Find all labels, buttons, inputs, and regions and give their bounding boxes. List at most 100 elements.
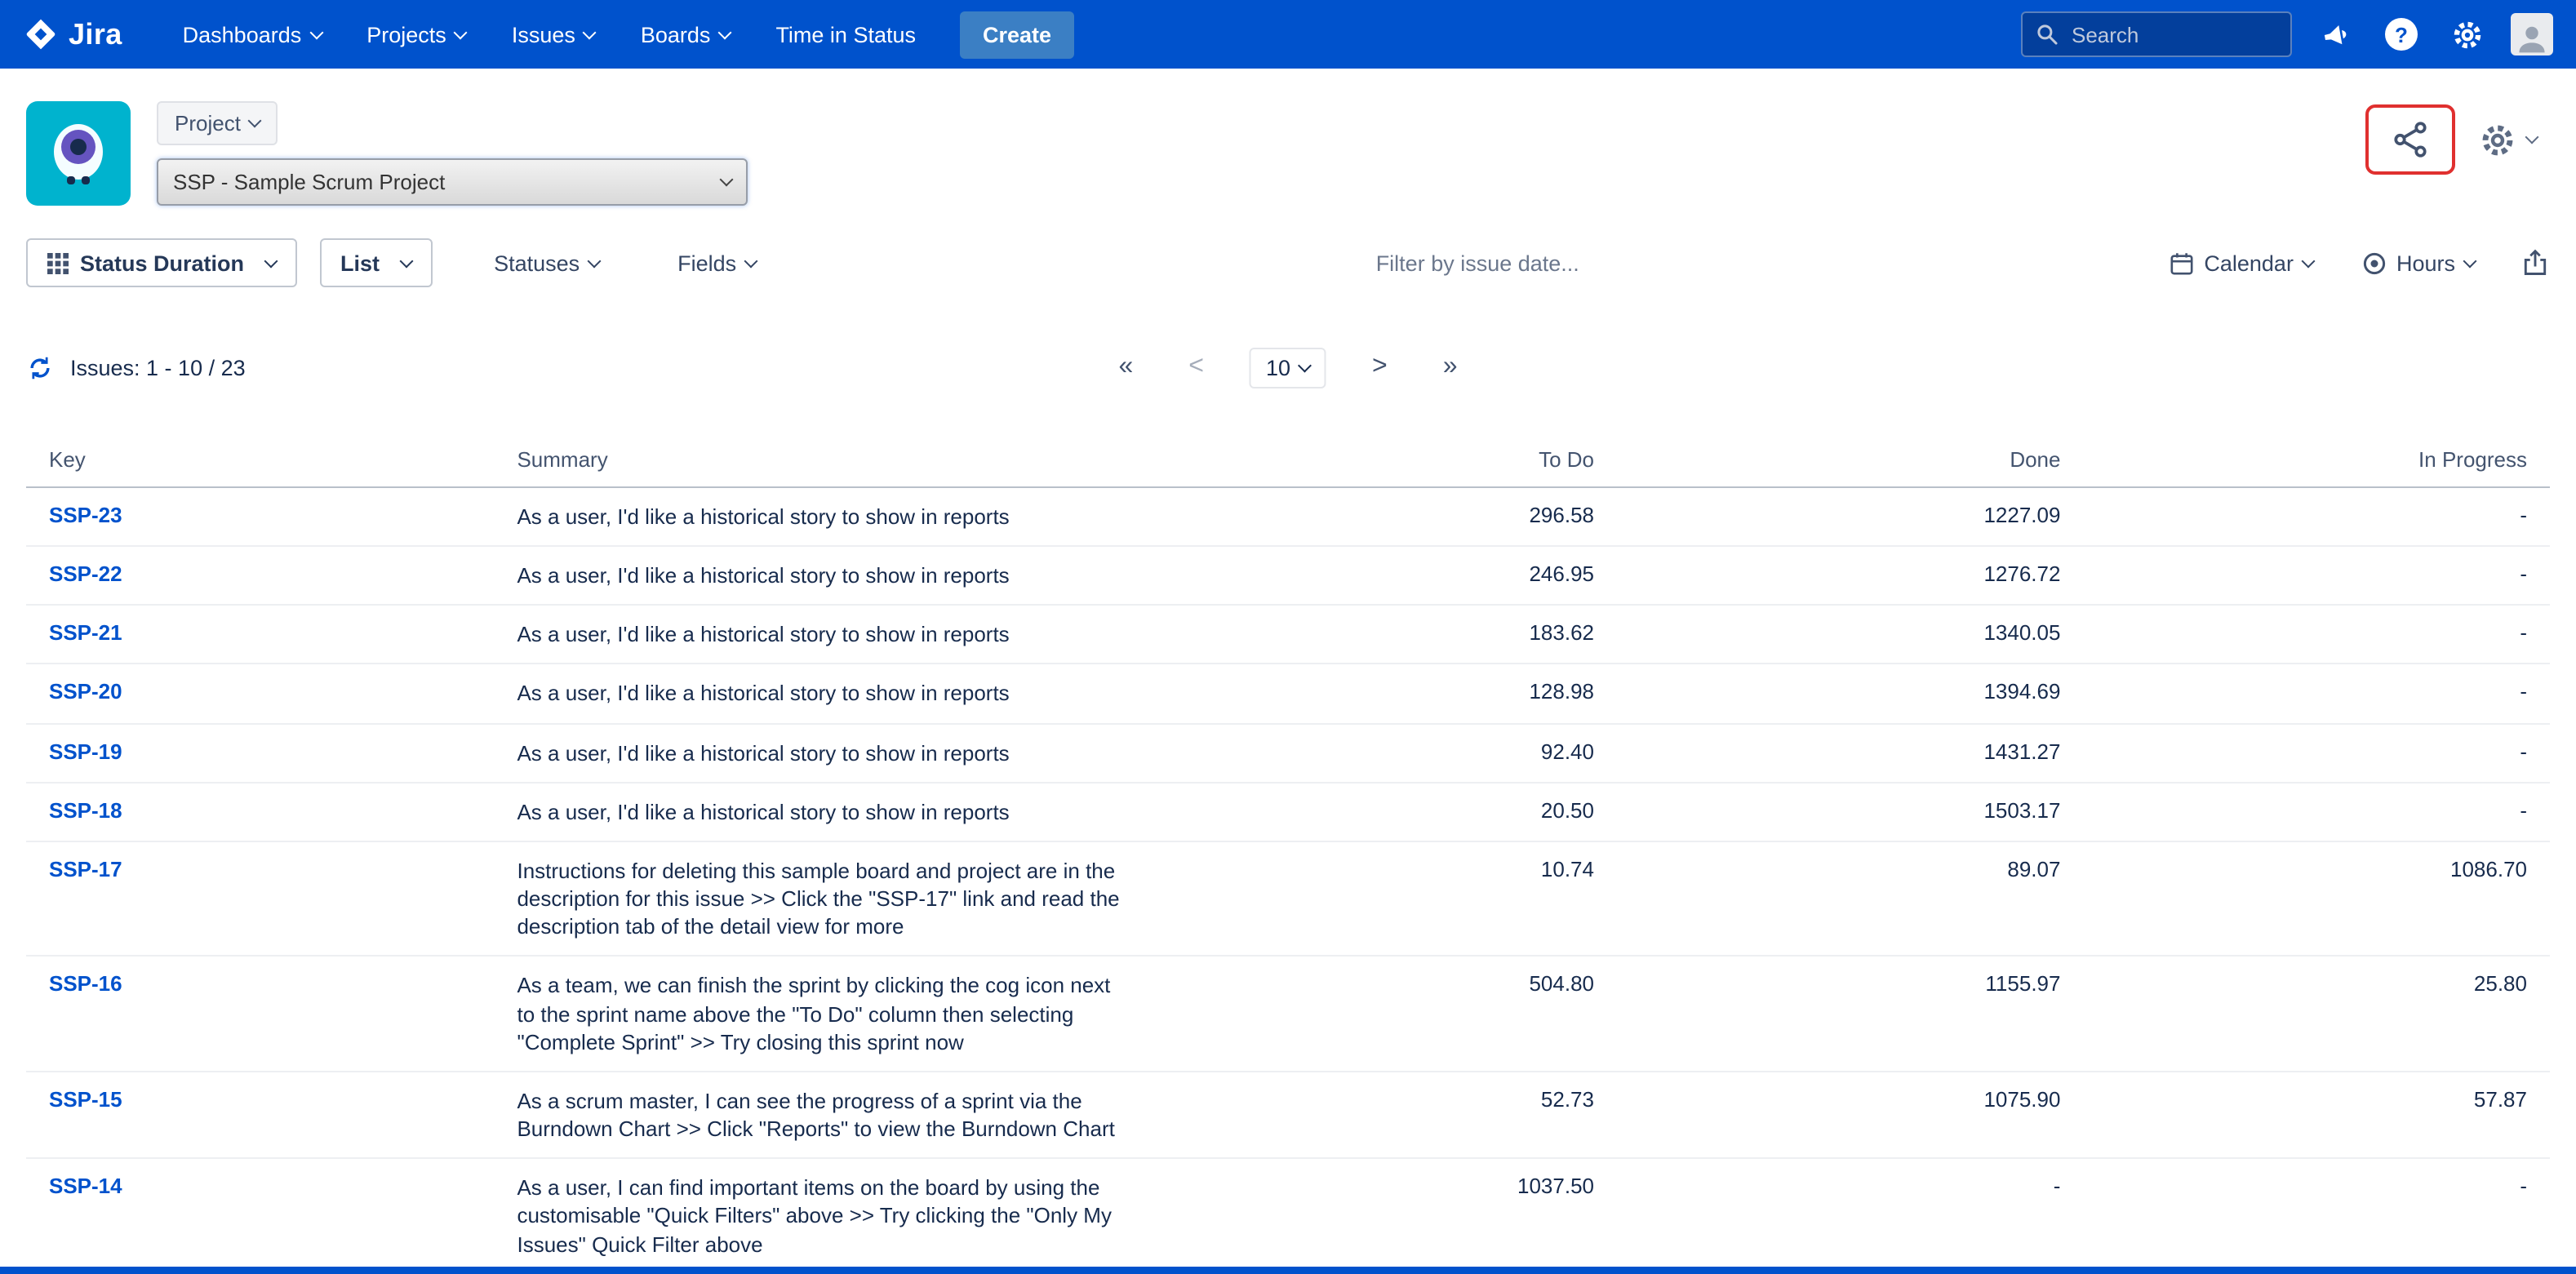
issues-table-body: SSP-23 As a user, I'd like a historical s… <box>26 487 2550 1273</box>
settings-gear-icon[interactable] <box>2445 13 2488 55</box>
table-row: SSP-15 As a scrum master, I can see the p… <box>26 1072 2550 1159</box>
issue-key-link[interactable]: SSP-17 <box>49 857 122 881</box>
done-value: 1276.72 <box>1617 546 2083 605</box>
issue-key-link[interactable]: SSP-19 <box>49 739 122 763</box>
view-mode-dropdown[interactable]: List <box>319 238 432 287</box>
chevron-down-icon <box>399 254 413 268</box>
issue-key-link[interactable]: SSP-20 <box>49 680 122 704</box>
user-avatar[interactable] <box>2511 13 2553 55</box>
table-row: SSP-23 As a user, I'd like a historical s… <box>26 487 2550 546</box>
todo-value: 128.98 <box>1151 664 1617 723</box>
nav-projects[interactable]: Projects <box>345 0 487 69</box>
issue-summary: As a user, I'd like a historical story t… <box>517 798 1127 826</box>
page-size-select[interactable]: 10 <box>1250 347 1326 388</box>
column-header-summary[interactable]: Summary <box>494 434 1150 487</box>
todo-value: 504.80 <box>1151 957 1617 1072</box>
issue-summary: As a user, I can find important items on… <box>517 1174 1127 1258</box>
table-row: SSP-21As a user, I'd like a historical s… <box>26 606 2550 664</box>
table-header-row: Key Summary To Do Done In Progress <box>26 434 2550 487</box>
issue-key-link[interactable]: SSP-21 <box>49 621 122 646</box>
calendar-dropdown[interactable]: Calendar <box>2160 249 2323 277</box>
issue-date-filter-input[interactable] <box>1295 249 1660 277</box>
project-select[interactable]: SSP - Sample Scrum Project <box>157 158 748 206</box>
refresh-icon[interactable] <box>26 353 54 381</box>
done-value: 1503.17 <box>1617 783 2083 841</box>
help-icon[interactable]: ? <box>2380 13 2423 55</box>
project-avatar <box>26 101 131 206</box>
jira-logo-text: Jira <box>69 17 122 51</box>
export-button[interactable] <box>2520 248 2550 277</box>
todo-value: 246.95 <box>1151 546 1617 605</box>
share-button[interactable] <box>2390 119 2431 160</box>
done-value: - <box>1617 1158 2083 1273</box>
table-row: SSP-19 As a user, I'd like a historical s… <box>26 723 2550 782</box>
todo-value: 20.50 <box>1151 783 1617 841</box>
todo-value: 183.62 <box>1151 606 1617 664</box>
jira-logo[interactable]: Jira <box>23 16 122 52</box>
chevron-down-icon <box>2301 254 2315 268</box>
issue-key-link[interactable]: SSP-18 <box>49 798 122 823</box>
done-value: 1155.97 <box>1617 957 2083 1072</box>
pagination-first[interactable]: « <box>1108 351 1143 384</box>
chevron-down-icon <box>588 254 602 268</box>
toolbar: Status Duration List Statuses Fields Cal… <box>0 229 2576 300</box>
chevron-down-icon <box>309 25 323 39</box>
issue-summary: As a team, we can finish the sprint by c… <box>517 972 1127 1056</box>
done-value: 1340.05 <box>1617 606 2083 664</box>
in-progress-value: - <box>2083 783 2550 841</box>
chevron-down-icon <box>454 25 468 39</box>
done-value: 1075.90 <box>1617 1072 2083 1159</box>
search-icon <box>2036 23 2059 46</box>
column-header-todo[interactable]: To Do <box>1151 434 1617 487</box>
time-unit-dropdown[interactable]: Hours <box>2352 249 2485 277</box>
done-value: 89.07 <box>1617 841 2083 957</box>
nav-issues[interactable]: Issues <box>491 0 616 69</box>
report-settings-button[interactable] <box>2478 120 2537 159</box>
status-duration-dropdown[interactable]: Status Duration <box>26 238 296 287</box>
todo-value: 1037.50 <box>1151 1158 1617 1273</box>
chevron-down-icon <box>744 254 758 268</box>
clock-target-icon <box>2362 251 2387 275</box>
in-progress-value: - <box>2083 664 2550 723</box>
pagination-last[interactable]: » <box>1433 351 1468 384</box>
statuses-dropdown[interactable]: Statuses <box>484 249 609 277</box>
chevron-down-icon <box>264 254 278 268</box>
in-progress-value: 57.87 <box>2083 1072 2550 1159</box>
table-row: SSP-18 As a user, I'd like a historical s… <box>26 783 2550 841</box>
todo-value: 92.40 <box>1151 723 1617 782</box>
nav-boards[interactable]: Boards <box>620 0 752 69</box>
issue-summary: As a scrum master, I can see the progres… <box>517 1087 1127 1143</box>
issue-key-link[interactable]: SSP-14 <box>49 1174 122 1198</box>
chevron-down-icon <box>583 25 597 39</box>
search-input[interactable] <box>2068 20 2254 48</box>
pagination-next[interactable]: > <box>1362 351 1397 384</box>
issue-key-link[interactable]: SSP-22 <box>49 562 122 586</box>
project-type-button[interactable]: Project <box>157 101 278 145</box>
todo-value: 296.58 <box>1151 487 1617 546</box>
issue-summary: As a user, I'd like a historical story t… <box>517 503 1127 530</box>
project-header: Project SSP - Sample Scrum Project <box>0 69 2576 229</box>
chevron-down-icon <box>718 25 732 39</box>
nav-time-in-status[interactable]: Time in Status <box>754 0 937 69</box>
nav-dashboards[interactable]: Dashboards <box>162 0 343 69</box>
grid-icon <box>47 252 69 273</box>
create-button[interactable]: Create <box>960 11 1074 58</box>
chevron-down-icon <box>720 173 734 187</box>
table-row: SSP-17Instructions for deleting this sam… <box>26 841 2550 957</box>
issue-key-link[interactable]: SSP-16 <box>49 972 122 997</box>
fields-dropdown[interactable]: Fields <box>668 249 766 277</box>
issue-key-link[interactable]: SSP-23 <box>49 503 122 527</box>
done-value: 1431.27 <box>1617 723 2083 782</box>
feedback-megaphone-icon[interactable] <box>2315 13 2357 55</box>
column-header-key[interactable]: Key <box>26 434 494 487</box>
column-header-done[interactable]: Done <box>1617 434 2083 487</box>
pagination-prev[interactable]: < <box>1179 351 1214 384</box>
issue-summary: As a user, I'd like a historical story t… <box>517 562 1127 589</box>
chevron-down-icon <box>248 114 262 128</box>
pagination: « < 10 > » <box>1108 347 1467 388</box>
in-progress-value: - <box>2083 546 2550 605</box>
search-box[interactable] <box>2021 11 2292 57</box>
issue-key-link[interactable]: SSP-15 <box>49 1087 122 1112</box>
column-header-in-progress[interactable]: In Progress <box>2083 434 2550 487</box>
issue-summary: As a user, I'd like a historical story t… <box>517 739 1127 766</box>
